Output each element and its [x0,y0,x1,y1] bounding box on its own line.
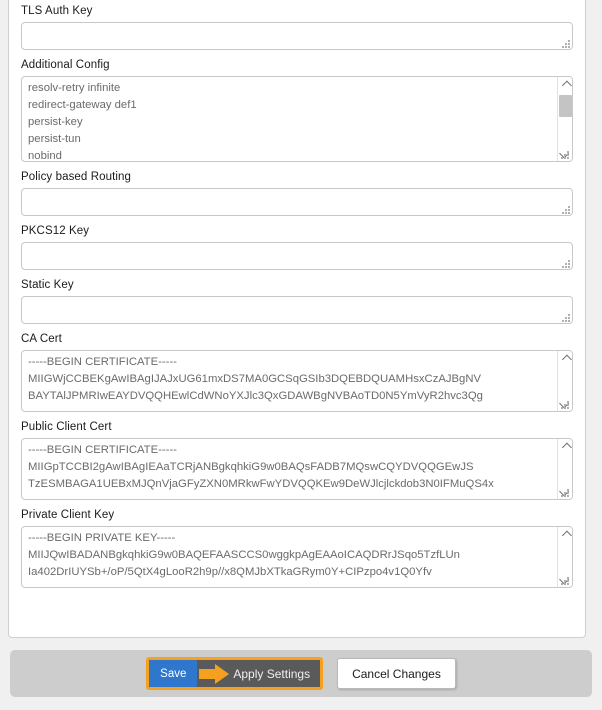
scroll-up-icon[interactable] [558,528,572,542]
scrollbar-thumb[interactable] [559,95,572,117]
input-wrap-policy-based-routing [21,188,573,216]
save-button[interactable]: Save [149,660,198,687]
label-pkcs12-key: PKCS12 Key [21,225,90,237]
save-apply-settings-callout[interactable]: Save Apply Settings [146,657,324,690]
scroll-up-icon[interactable] [558,78,572,92]
apply-settings-label[interactable]: Apply Settings [231,667,310,681]
label-policy-based-routing: Policy based Routing [21,171,132,183]
arrow-right-icon [197,660,231,687]
field-private-client-key: Private Client Key -----BEGIN PRIVATE KE… [21,509,573,588]
field-pkcs12-key: PKCS12 Key [21,225,573,270]
scroll-down-icon[interactable] [558,484,572,498]
additional-config-scrollbar[interactable] [557,77,572,161]
public-client-cert-scrollbar[interactable] [557,439,572,499]
private-client-key-text: -----BEGIN PRIVATE KEY----- MIIJQwIBADAN… [28,532,460,578]
field-ca-cert: CA Cert -----BEGIN CERTIFICATE----- MIIG… [21,333,573,412]
field-policy-based-routing: Policy based Routing [21,171,573,216]
additional-config-text: resolv-retry infinite redirect-gateway d… [28,82,137,162]
field-static-key: Static Key [21,279,573,324]
scroll-down-icon[interactable] [558,146,572,160]
ca-cert-scrollbar[interactable] [557,351,572,411]
ca-cert-text: -----BEGIN CERTIFICATE----- MIIGWjCCBEKg… [28,356,483,402]
ca-cert-textarea[interactable]: -----BEGIN CERTIFICATE----- MIIGWjCCBEKg… [21,350,573,412]
private-client-key-scrollbar[interactable] [557,527,572,587]
label-public-client-cert: Public Client Cert [21,421,112,433]
label-private-client-key: Private Client Key [21,509,115,521]
scroll-down-icon[interactable] [558,572,572,586]
scroll-up-icon[interactable] [558,352,572,366]
label-static-key: Static Key [21,279,74,291]
public-client-cert-textarea[interactable]: -----BEGIN CERTIFICATE----- MIIGpTCCBI2g… [21,438,573,500]
settings-form-panel: TLS Auth Key Additional Config resolv-re… [8,0,586,638]
scroll-up-icon[interactable] [558,440,572,454]
cancel-changes-button[interactable]: Cancel Changes [337,658,456,689]
static-key-input[interactable] [21,296,573,324]
field-additional-config: Additional Config resolv-retry infinite … [21,59,573,162]
input-wrap-static-key [21,296,573,324]
vpn-settings-page: TLS Auth Key Additional Config resolv-re… [0,0,602,710]
input-wrap-tls-auth-key [21,22,573,50]
label-additional-config: Additional Config [21,59,110,71]
pkcs12-key-input[interactable] [21,242,573,270]
label-tls-auth-key: TLS Auth Key [21,5,93,17]
policy-based-routing-input[interactable] [21,188,573,216]
form-action-bar: Save Apply Settings Cancel Changes [10,650,592,697]
private-client-key-textarea[interactable]: -----BEGIN PRIVATE KEY----- MIIJQwIBADAN… [21,526,573,588]
scroll-down-icon[interactable] [558,396,572,410]
public-client-cert-text: -----BEGIN CERTIFICATE----- MIIGpTCCBI2g… [28,444,494,490]
label-ca-cert: CA Cert [21,333,62,345]
input-wrap-pkcs12-key [21,242,573,270]
tls-auth-key-input[interactable] [21,22,573,50]
field-tls-auth-key: TLS Auth Key [21,5,573,50]
field-public-client-cert: Public Client Cert -----BEGIN CERTIFICAT… [21,421,573,500]
additional-config-textarea[interactable]: resolv-retry infinite redirect-gateway d… [21,76,573,162]
